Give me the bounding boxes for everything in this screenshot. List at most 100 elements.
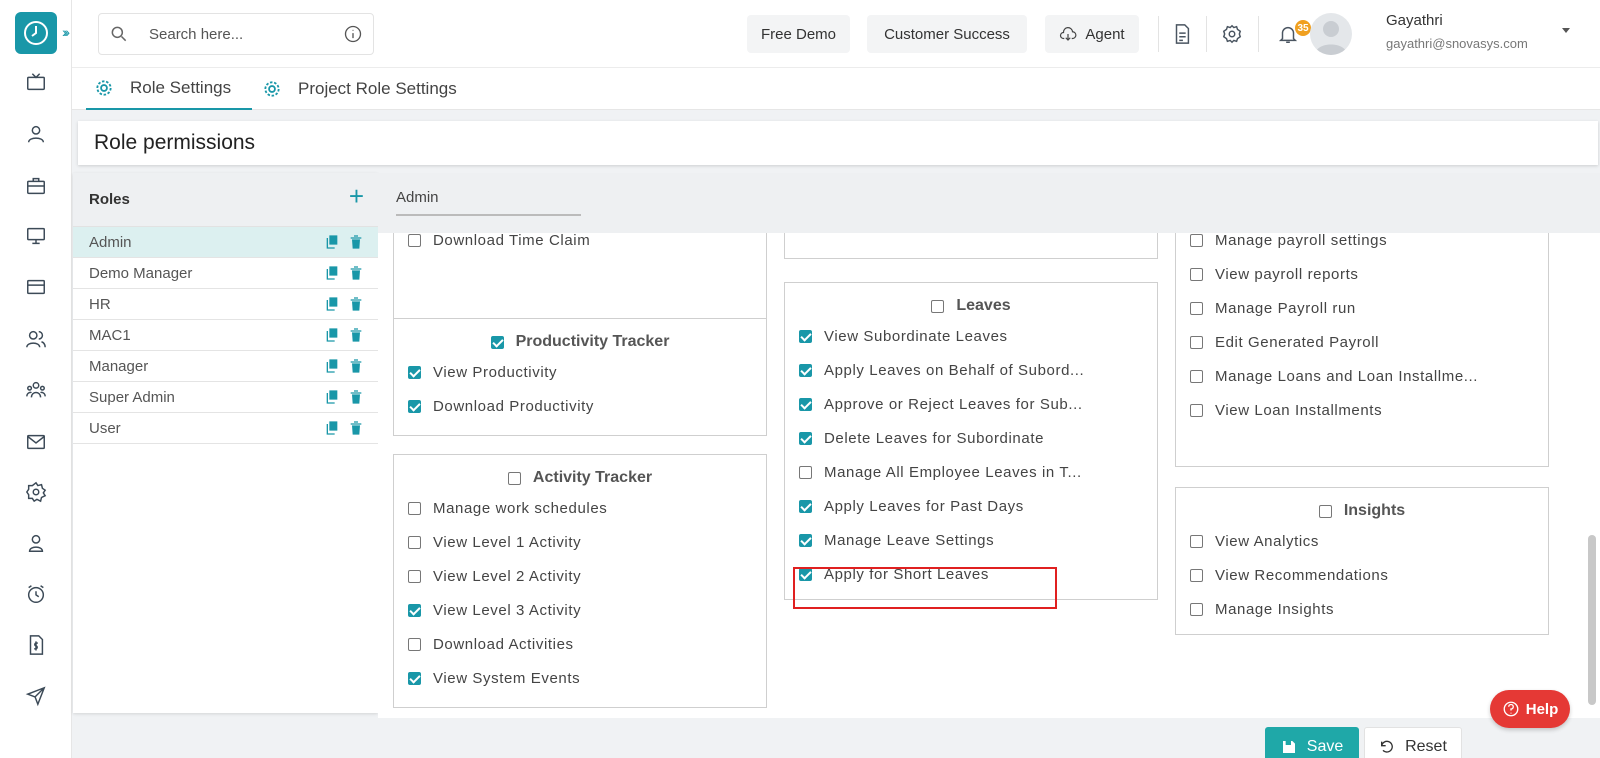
role-row[interactable]: Super Admin xyxy=(73,382,378,413)
copy-icon[interactable] xyxy=(324,389,340,405)
permission-item[interactable]: Manage Leave Settings xyxy=(799,532,994,549)
permission-item[interactable]: Manage payroll settings xyxy=(1190,232,1387,249)
user-avatar[interactable] xyxy=(1310,13,1352,55)
permission-item[interactable]: Edit Generated Payroll xyxy=(1190,334,1379,351)
permission-checkbox[interactable] xyxy=(799,500,812,513)
free-demo-button[interactable]: Free Demo xyxy=(747,15,850,53)
permission-checkbox[interactable] xyxy=(799,466,812,479)
user-icon[interactable] xyxy=(22,120,50,148)
trash-icon[interactable] xyxy=(348,296,364,312)
add-role-plus-icon[interactable]: + xyxy=(349,183,364,209)
permission-checkbox[interactable] xyxy=(1190,370,1203,383)
trash-icon[interactable] xyxy=(348,327,364,343)
users-icon[interactable] xyxy=(22,325,50,353)
permission-checkbox[interactable] xyxy=(799,534,812,547)
permission-item[interactable]: Download Activities xyxy=(408,636,574,653)
trash-icon[interactable] xyxy=(348,234,364,250)
settings-icon[interactable] xyxy=(1218,20,1246,48)
role-row[interactable]: MAC1 xyxy=(73,320,378,351)
permission-checkbox[interactable] xyxy=(1190,336,1203,349)
tab-role-settings[interactable]: Role Settings xyxy=(86,68,252,110)
mail-icon[interactable] xyxy=(22,428,50,456)
reset-button[interactable]: Reset xyxy=(1364,727,1462,758)
permission-checkbox[interactable] xyxy=(408,536,421,549)
settings-gear-icon[interactable] xyxy=(22,478,50,506)
permission-checkbox[interactable] xyxy=(799,432,812,445)
role-row[interactable]: Admin xyxy=(73,227,378,258)
role-row[interactable]: User xyxy=(73,413,378,444)
role-row[interactable]: HR xyxy=(73,289,378,320)
agent-button[interactable]: Agent xyxy=(1045,15,1139,53)
expand-sidebar-icon[interactable]: ››› xyxy=(62,24,70,40)
customer-success-button[interactable]: Customer Success xyxy=(867,15,1027,53)
permission-item[interactable]: View payroll reports xyxy=(1190,266,1358,283)
copy-icon[interactable] xyxy=(324,327,340,343)
permissions-scrollbar[interactable] xyxy=(1588,535,1596,705)
alarm-clock-icon[interactable] xyxy=(22,580,50,608)
copy-icon[interactable] xyxy=(324,234,340,250)
permission-item[interactable]: Download Productivity xyxy=(408,398,594,415)
search-input[interactable] xyxy=(149,22,329,46)
role-row[interactable]: Manager xyxy=(73,351,378,382)
permission-checkbox[interactable] xyxy=(408,570,421,583)
permission-checkbox[interactable] xyxy=(408,672,421,685)
permission-checkbox[interactable] xyxy=(408,366,421,379)
monitor-icon[interactable] xyxy=(22,222,50,250)
permission-checkbox[interactable] xyxy=(1190,234,1203,247)
permission-checkbox[interactable] xyxy=(408,502,421,515)
permission-checkbox[interactable] xyxy=(1190,535,1203,548)
app-logo-clock-icon[interactable] xyxy=(15,12,57,54)
permission-item[interactable]: View Loan Installments xyxy=(1190,402,1382,419)
permission-checkbox[interactable] xyxy=(1190,302,1203,315)
permission-item[interactable]: Manage Loans and Loan Installme... xyxy=(1190,368,1478,385)
permission-item[interactable]: Manage work schedules xyxy=(408,500,607,517)
team-icon[interactable] xyxy=(22,376,50,404)
permission-item[interactable]: View Subordinate Leaves xyxy=(799,328,1008,345)
permission-item[interactable]: View System Events xyxy=(408,670,580,687)
send-icon[interactable] xyxy=(22,682,50,710)
permission-item[interactable]: Manage Insights xyxy=(1190,601,1334,618)
permission-checkbox[interactable] xyxy=(408,604,421,617)
permission-item[interactable]: Download Time Claim xyxy=(408,232,590,249)
permission-item[interactable]: View Recommendations xyxy=(1190,567,1388,584)
invoice-dollar-icon[interactable] xyxy=(22,631,50,659)
search-box[interactable] xyxy=(98,13,374,55)
permission-checkbox[interactable] xyxy=(1190,268,1203,281)
selected-role-dropdown[interactable]: Admin xyxy=(396,189,581,216)
permission-checkbox[interactable] xyxy=(799,330,812,343)
trash-icon[interactable] xyxy=(348,265,364,281)
save-button[interactable]: Save xyxy=(1265,727,1359,758)
copy-icon[interactable] xyxy=(324,296,340,312)
leaves-title[interactable]: Leaves xyxy=(785,297,1157,315)
briefcase-icon[interactable] xyxy=(22,172,50,200)
permission-checkbox[interactable] xyxy=(1190,404,1203,417)
tab-project-role-settings[interactable]: Project Role Settings xyxy=(262,68,457,110)
permission-checkbox[interactable] xyxy=(1190,569,1203,582)
permission-item[interactable]: Approve or Reject Leaves for Sub... xyxy=(799,396,1083,413)
trash-icon[interactable] xyxy=(348,389,364,405)
profile-badge-icon[interactable] xyxy=(22,529,50,557)
permission-checkbox[interactable] xyxy=(408,400,421,413)
permission-checkbox[interactable] xyxy=(408,638,421,651)
permission-item[interactable]: View Analytics xyxy=(1190,533,1319,550)
permission-checkbox[interactable] xyxy=(408,234,421,247)
role-row[interactable]: Demo Manager xyxy=(73,258,378,289)
trash-icon[interactable] xyxy=(348,358,364,374)
permission-item[interactable]: Apply Leaves for Past Days xyxy=(799,498,1024,515)
permission-item[interactable]: View Level 2 Activity xyxy=(408,568,581,585)
permission-item[interactable]: View Level 3 Activity xyxy=(408,602,581,619)
productivity-tracker-title[interactable]: Productivity Tracker xyxy=(394,333,766,351)
card-icon[interactable] xyxy=(22,273,50,301)
activity-tracker-title[interactable]: Activity Tracker xyxy=(394,469,766,487)
tv-icon[interactable] xyxy=(22,68,50,96)
permission-item[interactable]: Delete Leaves for Subordinate xyxy=(799,430,1044,447)
info-icon[interactable] xyxy=(343,24,363,44)
copy-icon[interactable] xyxy=(324,265,340,281)
permission-item[interactable]: Apply Leaves on Behalf of Subord... xyxy=(799,362,1084,379)
permission-checkbox[interactable] xyxy=(799,364,812,377)
permission-item[interactable]: View Productivity xyxy=(408,364,557,381)
permission-checkbox[interactable] xyxy=(1190,603,1203,616)
insights-title[interactable]: Insights xyxy=(1176,502,1548,520)
activity-tracker-checkbox[interactable] xyxy=(507,471,521,485)
permission-checkbox[interactable] xyxy=(799,398,812,411)
